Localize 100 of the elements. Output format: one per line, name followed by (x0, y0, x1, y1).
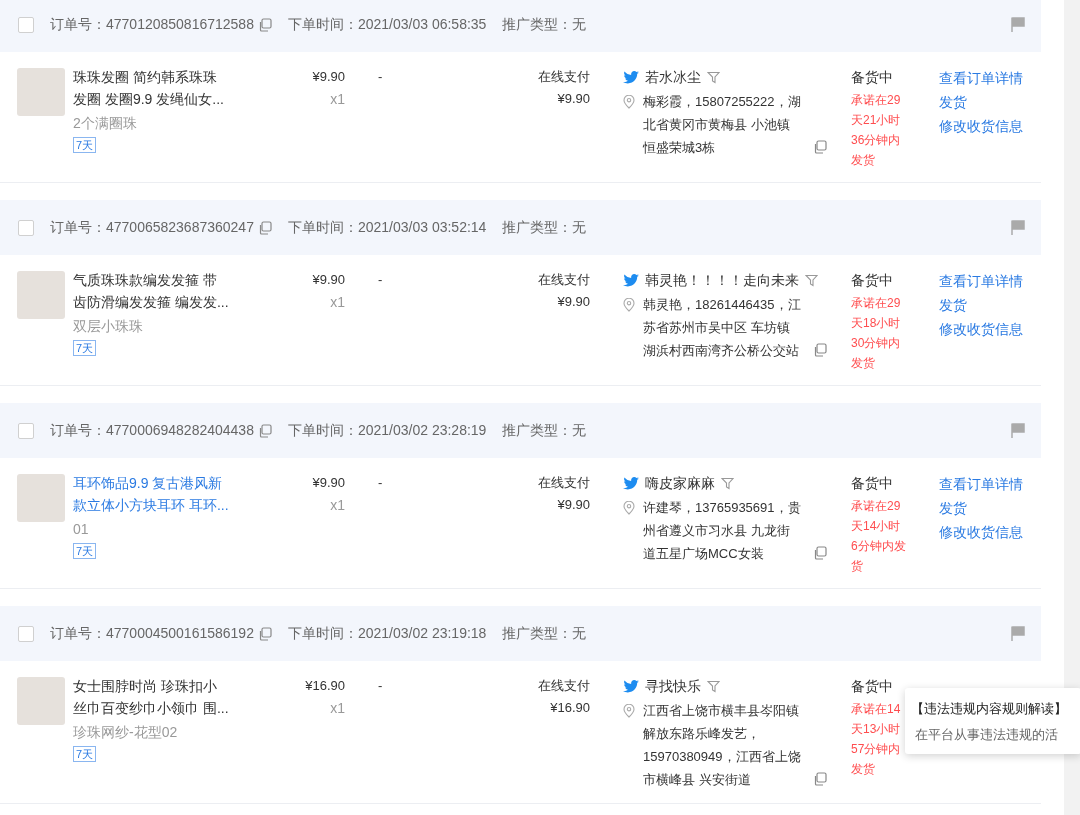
unit-price: ¥9.90 (312, 475, 345, 490)
quantity: x1 (330, 91, 345, 107)
product-variant: 双层小珠珠 (73, 317, 144, 336)
order-time: 下单时间：2021/03/02 23:19:18 (287, 624, 487, 643)
discount: - (378, 69, 383, 84)
order-number: 订单号：4770065823687360247 (50, 218, 254, 237)
return-policy-tag: 7天 (73, 543, 97, 559)
copy-icon[interactable] (813, 546, 827, 560)
return-policy-tag: 7天 (73, 340, 97, 356)
paid-amount: ¥9.90 (557, 497, 590, 512)
order-action-link[interactable]: 发货 (939, 293, 967, 317)
bird-icon (623, 273, 639, 287)
bird-icon (623, 476, 639, 490)
buyer-name: 韩灵艳！！！！走向未来 (645, 271, 799, 290)
product-variant: 2个满圈珠 (73, 114, 138, 133)
paid-amount: ¥16.90 (550, 700, 590, 715)
order-time: 下单时间：2021/03/02 23:28:19 (287, 421, 487, 440)
product-title[interactable]: 珠珠发圈 简约韩系珠珠发圈 发圈9.9 发绳仙女... (73, 66, 231, 110)
bird-icon (623, 679, 639, 693)
order-number: 订单号：4770004500161586192 (50, 624, 254, 643)
order-number: 订单号：4770006948282404438 (50, 421, 254, 440)
payment-method: 在线支付 (538, 678, 590, 693)
location-pin-icon (623, 298, 635, 312)
copy-icon[interactable] (257, 423, 272, 438)
order-time: 下单时间：2021/03/03 03:52:14 (287, 218, 487, 237)
flag-icon[interactable] (1011, 220, 1025, 235)
discount: - (378, 272, 383, 287)
order-action-link[interactable]: 修改收货信息 (939, 114, 1023, 138)
discount: - (378, 475, 383, 490)
order-status: 备货中 (851, 272, 893, 288)
checkbox[interactable] (18, 422, 34, 439)
filter-icon[interactable] (805, 273, 818, 287)
bird-icon (623, 70, 639, 84)
order-action-link[interactable]: 查看订单详情 (939, 269, 1023, 293)
payment-method: 在线支付 (538, 475, 590, 490)
filter-icon[interactable] (721, 476, 734, 490)
return-policy-tag: 7天 (73, 746, 97, 762)
return-policy-tag: 7天 (73, 137, 97, 153)
shipping-deadline: 承诺在29天14小时6分钟内发货 (851, 498, 907, 575)
product-title[interactable]: 女士围脖时尚 珍珠扣小丝巾百变纱巾小领巾 围... (73, 675, 231, 719)
order-status: 备货中 (851, 475, 893, 491)
shipping-deadline: 承诺在29天18小时30分钟内发货 (851, 295, 902, 372)
shipping-deadline: 承诺在29天21小时36分钟内发货 (851, 92, 902, 169)
promotion-type: 推广类型：无 (502, 421, 587, 440)
order-action-link[interactable]: 查看订单详情 (939, 472, 1023, 496)
shipping-address: 韩灵艳，18261446435，江苏省苏州市吴中区 车坊镇湖浜村西南湾齐公桥公交站 (643, 296, 801, 360)
order-action-link[interactable]: 修改收货信息 (939, 520, 1023, 544)
unit-price: ¥16.90 (305, 678, 345, 693)
copy-icon[interactable] (257, 626, 272, 641)
buyer-name: 嗨皮家麻麻 (645, 474, 715, 493)
checkbox[interactable] (18, 16, 34, 33)
filter-icon[interactable] (707, 70, 720, 84)
quantity: x1 (330, 294, 345, 310)
paid-amount: ¥9.90 (557, 91, 590, 106)
payment-method: 在线支付 (538, 272, 590, 287)
product-title[interactable]: 气质珠珠款编发发箍 带齿防滑编发发箍 编发发... (73, 269, 231, 313)
paid-amount: ¥9.90 (557, 294, 590, 309)
flag-icon[interactable] (1011, 423, 1025, 438)
quantity: x1 (330, 497, 345, 513)
copy-icon[interactable] (257, 17, 272, 32)
product-title[interactable]: 耳环饰品9.9 复古港风新款立体小方块耳环 耳环... (73, 472, 231, 516)
copy-icon[interactable] (257, 220, 272, 235)
checkbox[interactable] (18, 219, 34, 236)
copy-icon[interactable] (813, 140, 827, 154)
copy-icon[interactable] (813, 343, 827, 357)
order-status: 备货中 (851, 69, 893, 85)
tooltip-title: 【违法违规内容规则解读】 (911, 700, 1068, 718)
order-action-link[interactable]: 修改收货信息 (939, 317, 1023, 341)
order-action-link[interactable]: 查看订单详情 (939, 66, 1023, 90)
location-pin-icon (623, 95, 635, 109)
location-pin-icon (623, 501, 635, 515)
order-action-link[interactable]: 发货 (939, 90, 967, 114)
product-variant: 珍珠网纱-花型02 (73, 723, 179, 742)
flag-icon[interactable] (1011, 17, 1025, 32)
shipping-deadline: 承诺在14天13小时57分钟内发货 (851, 701, 902, 778)
promotion-type: 推广类型：无 (502, 218, 587, 237)
flag-icon[interactable] (1011, 626, 1025, 641)
shipping-address: 许建琴，13765935691，贵州省遵义市习水县 九龙街道五星广场MCC女装 (643, 499, 801, 563)
buyer-name: 若水冰尘 (645, 68, 701, 87)
checkbox[interactable] (18, 625, 34, 642)
discount: - (378, 678, 383, 693)
order-action-link[interactable]: 发货 (939, 496, 967, 520)
shipping-address: 江西省上饶市横丰县岑阳镇解放东路乐峰发艺，15970380949，江西省上饶市横峰县 兴安街道 (643, 702, 801, 789)
promotion-type: 推广类型：无 (502, 15, 587, 34)
photo-placeholder (17, 68, 65, 116)
payment-method: 在线支付 (538, 69, 590, 84)
photo-placeholder (17, 271, 65, 319)
tooltip-text: 在平台从事违法违规的活 (915, 726, 1059, 744)
buyer-name: 寻找快乐 (645, 677, 701, 696)
unit-price: ¥9.90 (312, 272, 345, 287)
order-time: 下单时间：2021/03/03 06:58:35 (287, 15, 487, 34)
unit-price: ¥9.90 (312, 69, 345, 84)
photo-placeholder (17, 474, 65, 522)
promotion-type: 推广类型：无 (502, 624, 587, 643)
order-status: 备货中 (851, 678, 893, 694)
quantity: x1 (330, 700, 345, 716)
filter-icon[interactable] (707, 679, 720, 693)
order-number: 订单号：4770120850816712588 (50, 15, 254, 34)
product-variant: 01 (73, 520, 90, 539)
copy-icon[interactable] (813, 772, 827, 786)
